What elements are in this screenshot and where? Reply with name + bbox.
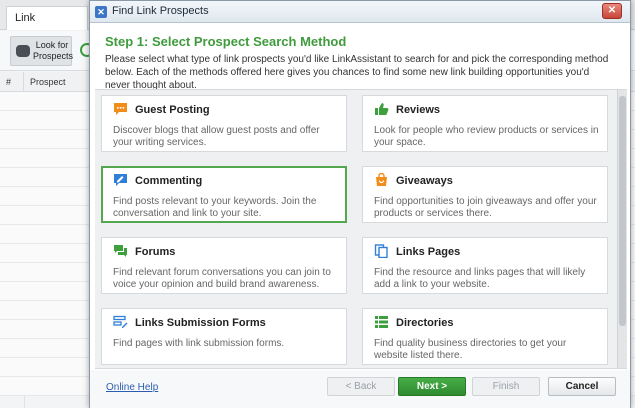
chat-bubble-icon: [114, 103, 127, 115]
methods-list: Guest Posting Discover blogs that allow …: [95, 89, 627, 369]
dialog-title: Find Link Prospects: [112, 5, 209, 17]
method-card-forums[interactable]: Forums Find relevant forum conversations…: [101, 237, 347, 294]
app-logo-icon: ✕: [95, 6, 107, 18]
online-help-link[interactable]: Online Help: [106, 382, 158, 393]
method-card-giveaways[interactable]: Giveaways Find opportunities to join giv…: [362, 166, 608, 223]
method-title: Reviews: [396, 104, 441, 116]
method-title: Links Pages: [396, 246, 461, 258]
finish-button[interactable]: Finish: [472, 377, 540, 396]
method-description: Find relevant forum conversations you ca…: [113, 267, 331, 290]
find-link-prospects-dialog: ✕ Find Link Prospects ✕ Step 1: Select P…: [89, 0, 631, 408]
pages-icon: [374, 244, 388, 258]
method-description: Find posts relevant to your keywords. Jo…: [113, 196, 317, 219]
comment-pen-icon: [114, 174, 127, 186]
step-title: Step 1: Select Prospect Search Method: [105, 34, 347, 49]
method-card-commenting[interactable]: Commenting Find posts relevant to your k…: [101, 166, 347, 223]
method-description: Find quality business directories to get…: [374, 338, 567, 361]
dialog-footer: Online Help < Back Next > Finish Cancel: [90, 370, 630, 408]
method-card-directories[interactable]: Directories Find quality business direct…: [362, 308, 608, 365]
method-description: Discover blogs that allow guest posts an…: [113, 125, 320, 148]
method-title: Commenting: [135, 175, 203, 187]
method-card-reviews[interactable]: Reviews Look for people who review produ…: [362, 95, 608, 152]
column-header-prospect-domain[interactable]: Prospect Domain: [24, 72, 94, 107]
back-button[interactable]: < Back: [327, 377, 395, 396]
look-for-prospects-button[interactable]: Look for Prospects: [10, 36, 74, 66]
binoculars-icon: [16, 45, 30, 57]
scrollbar-thumb[interactable]: [619, 96, 626, 326]
method-card-links-pages[interactable]: Links Pages Find the resource and links …: [362, 237, 608, 294]
column-header-number[interactable]: #: [0, 72, 24, 92]
method-title: Forums: [135, 246, 176, 258]
forum-bubbles-icon: [114, 245, 127, 257]
close-button[interactable]: ✕: [602, 3, 622, 19]
look-for-prospects-label: Look for Prospects: [33, 40, 74, 61]
cancel-button[interactable]: Cancel: [548, 377, 616, 396]
method-title: Directories: [396, 317, 454, 329]
shopping-bag-icon: [376, 173, 387, 186]
method-title: Guest Posting: [135, 104, 210, 116]
next-button[interactable]: Next >: [398, 377, 466, 396]
method-description: Find pages with link submission forms.: [113, 338, 285, 349]
methods-scrollbar[interactable]: [617, 90, 627, 368]
method-description: Look for people who review products or s…: [374, 125, 599, 148]
list-icon: [375, 316, 388, 328]
method-card-guest-posting[interactable]: Guest Posting Discover blogs that allow …: [101, 95, 347, 152]
method-title: Links Submission Forms: [135, 317, 266, 329]
step-description: Please select what type of link prospect…: [105, 54, 609, 91]
thumbs-up-icon: [375, 103, 389, 115]
method-description: Find opportunities to join giveaways and…: [374, 196, 597, 219]
dialog-titlebar[interactable]: ✕ Find Link Prospects ✕: [90, 1, 630, 23]
form-pen-icon: [113, 315, 128, 328]
method-card-links-submission-forms[interactable]: Links Submission Forms Find pages with l…: [101, 308, 347, 365]
tab-link-prospects[interactable]: Link Prospects: [6, 6, 88, 46]
method-description: Find the resource and links pages that w…: [374, 267, 586, 290]
method-title: Giveaways: [396, 175, 453, 187]
